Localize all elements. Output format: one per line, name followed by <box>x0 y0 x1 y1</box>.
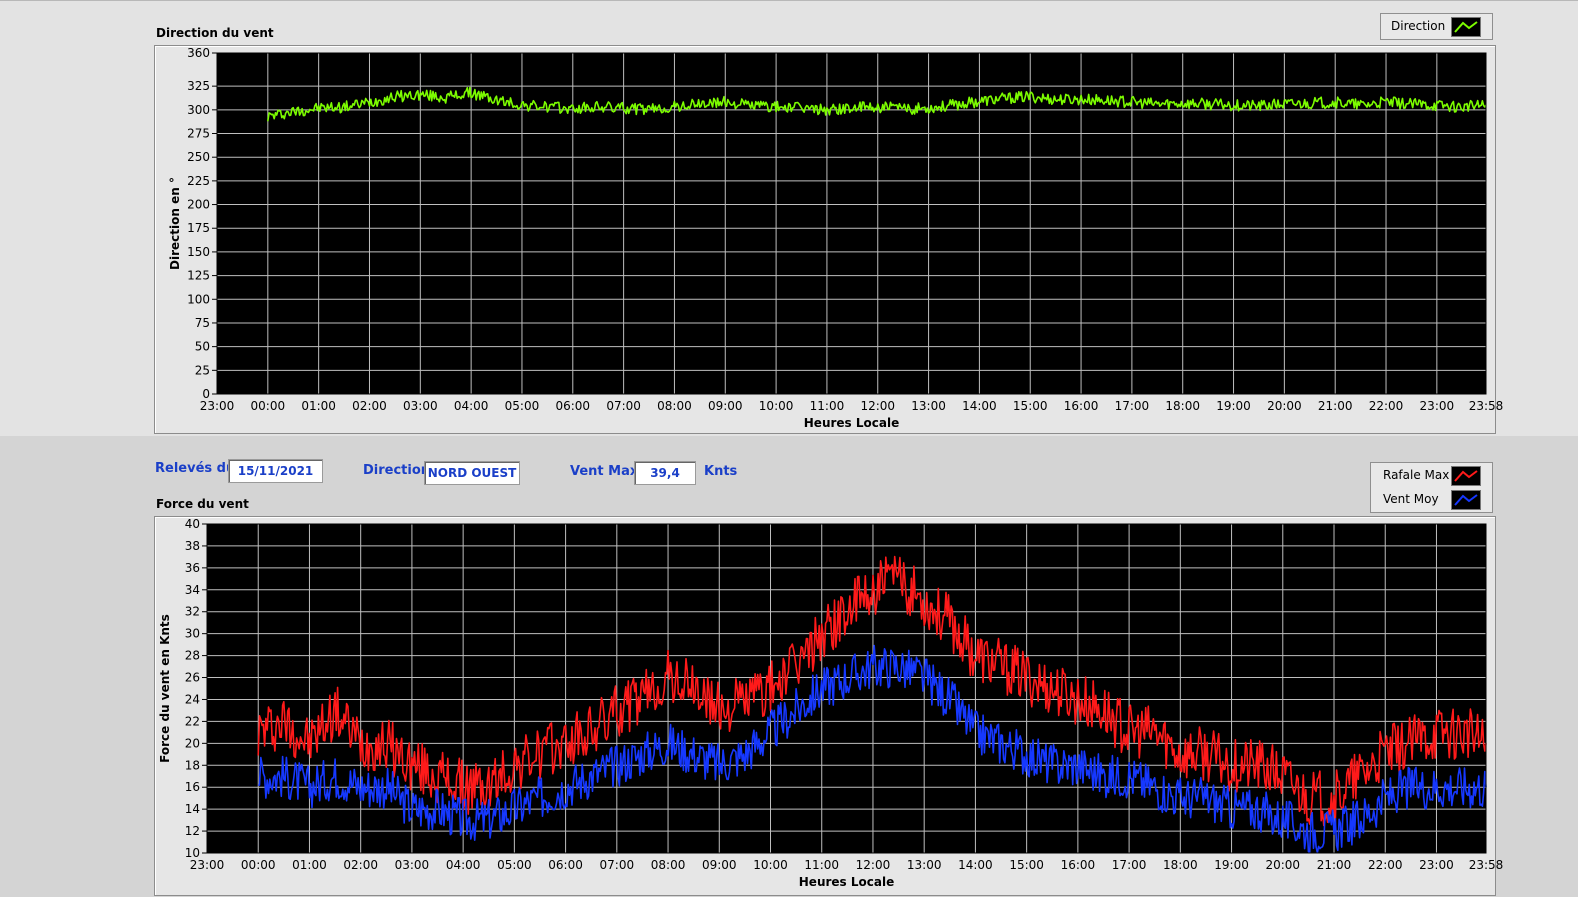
force-xtick-label: 01:00 <box>292 858 327 872</box>
force-ytick-label: 40 <box>185 517 200 531</box>
force-xtick-label: 07:00 <box>600 858 635 872</box>
force-xtick-label: 20:00 <box>1265 858 1300 872</box>
force-ytick-label: 18 <box>185 758 200 772</box>
force-xtick-label: 17:00 <box>1112 858 1147 872</box>
legend-rafale-swatch <box>1451 466 1481 486</box>
legend-rafale-label: Rafale Max <box>1383 468 1450 482</box>
force-xtick-label: 00:00 <box>241 858 276 872</box>
force-xtick-label: 09:00 <box>702 858 737 872</box>
legend-ventmoy-swatch <box>1451 490 1481 510</box>
force-xtick-label: 23:00 <box>190 858 225 872</box>
force-xtick-label: 11:00 <box>804 858 839 872</box>
force-legend: Rafale Max Vent Moy <box>1370 462 1493 513</box>
force-xtick-label: 21:00 <box>1317 858 1352 872</box>
force-ytick-label: 14 <box>185 802 200 816</box>
force-xtick-label: 02:00 <box>343 858 378 872</box>
force-xtick-label: 04:00 <box>446 858 481 872</box>
force-ylabel: Force du vent en Knts <box>158 614 172 763</box>
force-ytick-label: 24 <box>185 692 200 706</box>
force-xtick-label: 08:00 <box>651 858 686 872</box>
force-ytick-label: 34 <box>185 583 200 597</box>
force-xtick-label: 06:00 <box>548 858 583 872</box>
force-ytick-label: 26 <box>185 671 200 685</box>
legend-ventmoy-label: Vent Moy <box>1383 492 1439 506</box>
force-xtick-label: 23:00 <box>1419 858 1454 872</box>
force-xtick-label: 19:00 <box>1214 858 1249 872</box>
force-xtick-label: 23:58 <box>1469 858 1504 872</box>
force-xtick-label: 14:00 <box>958 858 993 872</box>
force-xlabel: Heures Locale <box>799 875 894 889</box>
force-ytick-label: 36 <box>185 561 200 575</box>
legend-ventmoy-line-icon <box>1454 494 1478 506</box>
force-xtick-label: 22:00 <box>1368 858 1403 872</box>
force-xtick-label: 03:00 <box>395 858 430 872</box>
force-ytick-label: 20 <box>185 736 200 750</box>
force-xtick-label: 15:00 <box>1009 858 1044 872</box>
force-ytick-label: 12 <box>185 824 200 838</box>
force-ytick-label: 32 <box>185 605 200 619</box>
legend-rafale-line-icon <box>1454 470 1478 482</box>
force-xtick-label: 13:00 <box>907 858 942 872</box>
force-xtick-label: 12:00 <box>856 858 891 872</box>
force-xtick-label: 05:00 <box>497 858 532 872</box>
force-chart: 1012141618202224262830323436384023:00 00:… <box>158 517 1504 889</box>
force-xtick-label: 16:00 <box>1061 858 1096 872</box>
force-ytick-label: 38 <box>185 539 200 553</box>
force-ytick-label: 28 <box>185 649 200 663</box>
force-ytick-label: 22 <box>185 714 200 728</box>
force-xtick-label: 10:00 <box>753 858 788 872</box>
force-ytick-label: 30 <box>185 627 200 641</box>
force-ytick-label: 16 <box>185 780 200 794</box>
force-xtick-label: 18:00 <box>1163 858 1198 872</box>
